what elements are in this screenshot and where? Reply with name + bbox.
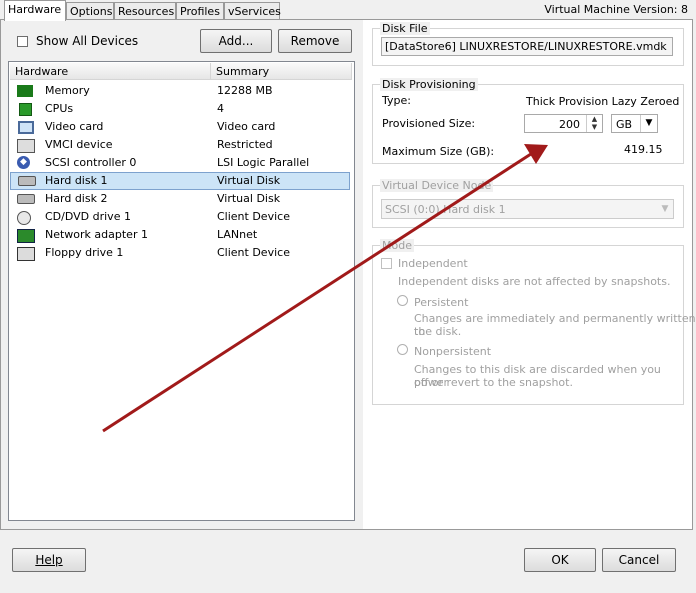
help-button[interactable]: Help xyxy=(12,548,86,572)
annotation-arrow-line xyxy=(102,150,535,433)
cancel-button[interactable]: Cancel xyxy=(602,548,676,572)
ok-button[interactable]: OK xyxy=(524,548,596,572)
annotation-arrow-head xyxy=(524,144,548,164)
annotation-arrow-icon xyxy=(102,144,548,433)
tab-hardware[interactable]: Hardware xyxy=(4,0,66,21)
help-label: Help xyxy=(35,553,63,567)
